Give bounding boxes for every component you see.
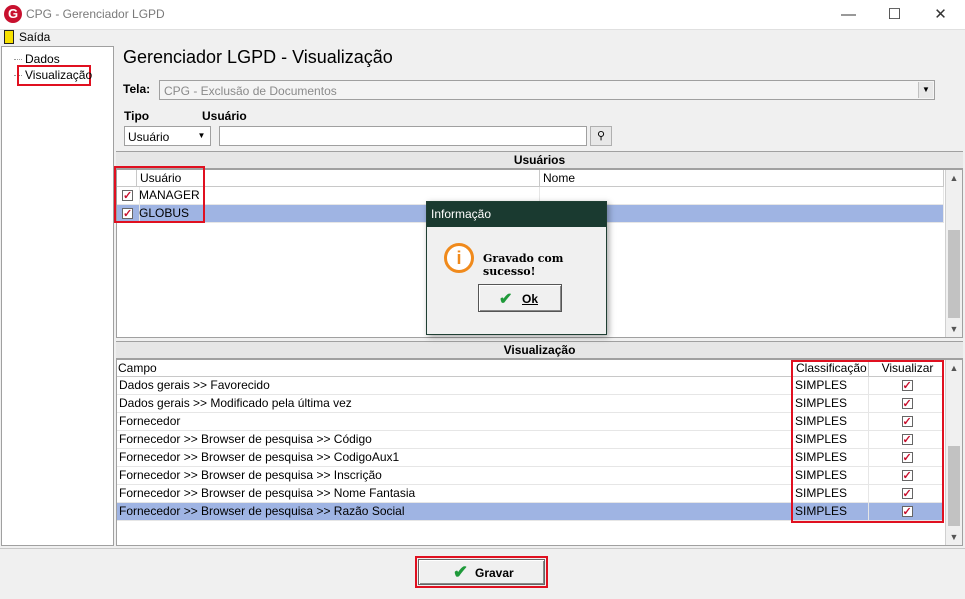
window-title: CPG - Gerenciador LGPD <box>26 7 165 21</box>
type-select-value: Usuário <box>128 130 170 144</box>
close-button[interactable]: ✕ <box>918 0 963 30</box>
field-cell: Dados gerais >> Favorecido <box>117 377 793 395</box>
field-cell: Dados gerais >> Modificado pela última v… <box>117 395 793 413</box>
field-cell: Fornecedor >> Browser de pesquisa >> Cód… <box>117 431 793 449</box>
save-button[interactable]: ✔ Gravar <box>418 559 545 585</box>
view-scrollbar[interactable]: ▲ ▼ <box>945 360 962 545</box>
field-cell: Fornecedor >> Browser de pesquisa >> Ins… <box>117 467 793 485</box>
scroll-thumb[interactable] <box>948 230 960 318</box>
dialog-message: Gravado com sucesso! <box>483 252 564 278</box>
field-cell: Fornecedor >> Browser de pesquisa >> Nom… <box>117 485 793 503</box>
tree-item-visualizacao[interactable]: Visualização <box>25 68 92 82</box>
minimize-button[interactable]: — <box>826 0 871 30</box>
users-scrollbar[interactable]: ▲ ▼ <box>945 170 962 337</box>
tree-connector <box>14 59 22 60</box>
users-section-header: Usuários <box>116 151 963 169</box>
info-dialog: Informação i Gravado com sucesso! ✔ Ok <box>426 201 607 335</box>
menu-bar <box>0 30 965 45</box>
chevron-down-icon: ▼ <box>194 128 209 144</box>
binoculars-search-icon[interactable]: ⚲ <box>590 126 612 146</box>
view-section-header: Visualização <box>116 341 963 359</box>
field-cell: Fornecedor <box>117 413 793 431</box>
info-icon: i <box>444 243 474 273</box>
field-cell: Fornecedor >> Browser de pesquisa >> Raz… <box>117 503 793 521</box>
scroll-down-icon[interactable]: ▼ <box>946 321 962 337</box>
screen-label: Tela: <box>123 82 151 96</box>
type-label: Tipo <box>124 109 150 123</box>
ok-button-label: Ok <box>522 292 539 306</box>
checkmark-icon: ✔ <box>499 291 513 308</box>
scroll-up-icon[interactable]: ▲ <box>946 170 962 186</box>
scroll-down-icon[interactable]: ▼ <box>946 529 962 545</box>
screen-select-value: CPG - Exclusão de Documentos <box>164 84 337 98</box>
tree-item-dados[interactable]: Dados <box>25 52 60 66</box>
save-button-label: Gravar <box>475 566 514 580</box>
highlight-box <box>791 360 944 523</box>
app-logo-icon: G <box>4 5 22 23</box>
ok-button[interactable]: ✔ Ok <box>478 284 562 312</box>
field-cell: Fornecedor >> Browser de pesquisa >> Cod… <box>117 449 793 467</box>
screen-select[interactable]: CPG - Exclusão de Documentos ▼ <box>159 80 935 100</box>
navigation-tree <box>1 46 114 546</box>
user-label: Usuário <box>202 109 247 123</box>
dialog-title: Informação <box>427 202 606 227</box>
users-col-name[interactable]: Nome <box>540 170 944 187</box>
maximize-button[interactable]: ☐ <box>872 0 917 30</box>
highlight-box <box>114 166 205 223</box>
exit-door-icon[interactable] <box>4 30 14 44</box>
menu-exit[interactable]: Saída <box>19 30 50 44</box>
scroll-thumb[interactable] <box>948 446 960 526</box>
view-col-field[interactable]: Campo <box>117 360 793 377</box>
user-input[interactable] <box>219 126 587 146</box>
page-title: Gerenciador LGPD - Visualização <box>123 47 393 67</box>
checkmark-icon: ✔ <box>453 562 469 582</box>
chevron-down-icon: ▼ <box>918 82 933 98</box>
scroll-up-icon[interactable]: ▲ <box>946 360 962 376</box>
type-select[interactable]: Usuário ▼ <box>124 126 211 146</box>
